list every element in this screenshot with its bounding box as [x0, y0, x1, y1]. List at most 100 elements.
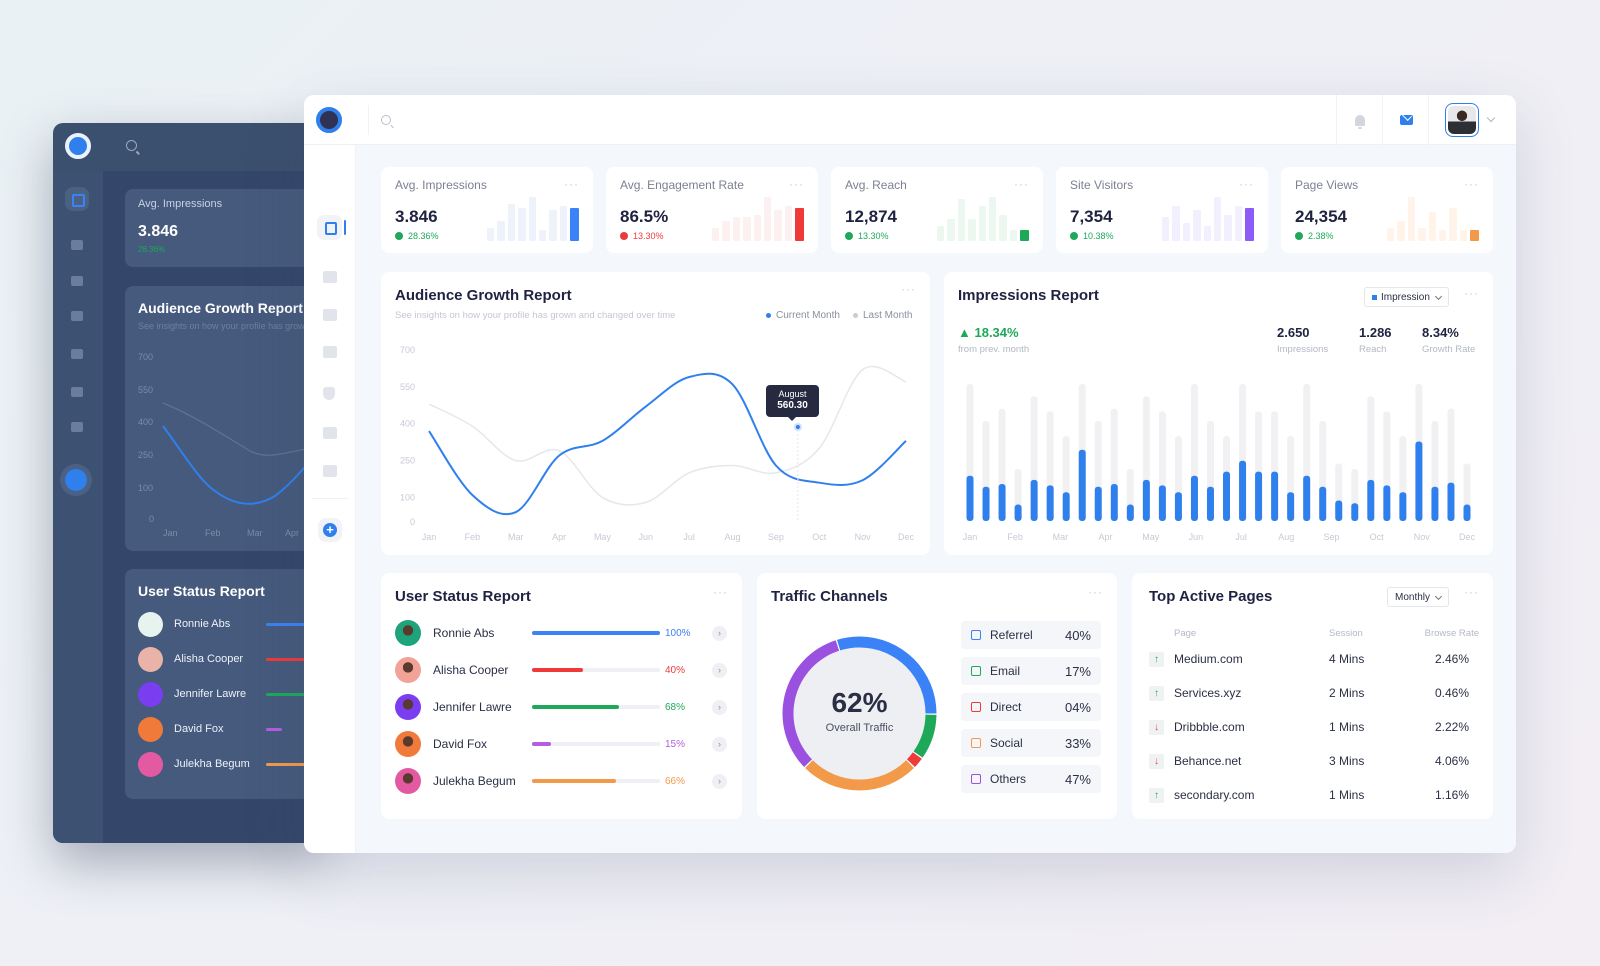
more-options-button[interactable]: ··· — [564, 177, 579, 191]
spark-bar — [518, 208, 526, 241]
more-options-button[interactable]: ··· — [713, 585, 728, 599]
channel-name: Email — [990, 664, 1021, 678]
more-options-button[interactable]: ··· — [1464, 177, 1479, 191]
bar-impression[interactable] — [1319, 486, 1327, 521]
avatar — [138, 646, 163, 672]
channel-value: 17% — [1064, 663, 1091, 679]
bar-impression[interactable] — [1223, 471, 1231, 521]
chevron-right-icon[interactable]: › — [712, 699, 727, 715]
progress-track — [532, 668, 660, 672]
chevron-right-icon[interactable]: › — [712, 662, 727, 678]
bar-impression[interactable] — [1239, 460, 1247, 521]
sidebar-item-chart[interactable] — [323, 346, 337, 358]
sidebar-item-grid[interactable] — [323, 427, 337, 439]
x-tick-label: Jan — [422, 532, 437, 542]
bar-impression[interactable] — [1142, 479, 1150, 521]
sidebar-item-dashboard[interactable] — [317, 215, 342, 240]
chevron-right-icon[interactable]: › — [712, 773, 727, 789]
bar-impression[interactable] — [1046, 485, 1054, 521]
table-row[interactable]: ↓ Dribbble.com 1 Mins 2.22% — [1149, 718, 1479, 736]
more-options-button[interactable]: ··· — [1239, 177, 1254, 191]
sidebar-item-list[interactable] — [323, 465, 337, 477]
bar-impression[interactable] — [1030, 479, 1038, 521]
bar-impression[interactable] — [1110, 484, 1118, 521]
bar-impression[interactable] — [1287, 492, 1295, 521]
x-tick-label: Apr — [1099, 532, 1113, 542]
spark-bar-current — [1245, 208, 1254, 241]
bar-impression[interactable] — [1399, 492, 1407, 521]
bar-impression[interactable] — [998, 484, 1006, 521]
bar-impression[interactable] — [1206, 486, 1214, 521]
bar-impression[interactable] — [1062, 492, 1070, 521]
avatar — [395, 768, 421, 794]
stat-label: Avg. Engagement Rate — [620, 178, 744, 192]
bar-impression[interactable] — [1351, 503, 1359, 521]
bar-impression[interactable] — [1255, 471, 1263, 521]
notifications-button[interactable] — [1336, 95, 1383, 145]
bar-impression[interactable] — [1383, 485, 1391, 521]
x-tick-label: Mar — [508, 532, 524, 542]
spark-bar — [1193, 210, 1201, 241]
table-row[interactable]: ↑ secondary.com 1 Mins 1.16% — [1149, 786, 1479, 804]
period-dropdown[interactable]: Monthly — [1387, 587, 1450, 607]
spark-bar — [1172, 205, 1180, 241]
spark-bar — [968, 219, 976, 241]
bar-impression[interactable] — [1190, 475, 1198, 521]
hover-point[interactable] — [793, 423, 802, 431]
bar-impression[interactable] — [1014, 504, 1022, 521]
search-box[interactable] — [368, 105, 999, 135]
spark-bar — [1162, 216, 1170, 241]
bar-impression[interactable] — [1094, 486, 1102, 521]
bar-impression[interactable] — [1367, 479, 1375, 521]
bar-impression[interactable] — [1335, 500, 1343, 521]
bar-impression[interactable] — [1303, 475, 1311, 521]
more-options-button[interactable]: ··· — [789, 177, 804, 191]
more-options-button[interactable]: ··· — [1088, 585, 1103, 599]
chevron-right-icon[interactable]: › — [712, 736, 727, 752]
avatar — [138, 681, 163, 707]
table-row[interactable]: ↑ Medium.com 4 Mins 2.46% — [1149, 650, 1479, 668]
bar-impression[interactable] — [1447, 482, 1455, 521]
add-button[interactable] — [318, 518, 342, 542]
bar-impression[interactable] — [1174, 492, 1182, 521]
sidebar-item-folder-open[interactable] — [323, 309, 337, 321]
page-name: Services.xyz — [1174, 686, 1242, 700]
bar-impression[interactable] — [1431, 486, 1439, 521]
session-value: 2 Mins — [1329, 686, 1365, 700]
browse-rate-value: 0.46% — [1434, 686, 1469, 700]
bar-impression[interactable] — [1463, 504, 1471, 521]
more-options-button[interactable]: ··· — [1014, 177, 1029, 191]
table-row[interactable]: ↓ Behance.net 3 Mins 4.06% — [1149, 752, 1479, 770]
table-row[interactable]: ↑ Services.xyz 2 Mins 0.46% — [1149, 684, 1479, 702]
sidebar-item-shield[interactable] — [323, 387, 335, 400]
progress-fill — [532, 779, 617, 783]
bar-impression[interactable] — [1078, 449, 1086, 521]
plus-circle-icon — [65, 469, 87, 491]
user-name: Julekha Begum — [174, 758, 250, 770]
audience-line-chart: 0 100 250 400 550 700 Jan Feb Mar Apr May Jun Jul Aug… — [400, 345, 915, 542]
more-options-button[interactable]: ··· — [1464, 585, 1479, 599]
bar-impression[interactable] — [982, 486, 990, 521]
bar-impression[interactable] — [966, 475, 974, 521]
app-logo-icon[interactable] — [316, 107, 342, 133]
bar-impression[interactable] — [1415, 441, 1423, 521]
dark-main: Avg. Impressions 3.846 28.36% Audience G… — [103, 171, 323, 843]
bar-impression[interactable] — [1158, 485, 1166, 521]
progress-track — [532, 705, 660, 709]
bar-impression[interactable] — [1271, 471, 1279, 521]
x-tick-label: Apr — [552, 532, 566, 542]
dashboard-window: Avg. Impressions ··· 3.846 28.36% Avg. E… — [304, 95, 1516, 853]
user-avatar[interactable] — [1445, 103, 1479, 137]
spark-bar — [763, 197, 772, 241]
session-value: 4 Mins — [1329, 652, 1365, 666]
messages-button[interactable] — [1382, 95, 1429, 145]
spark-bar — [712, 227, 720, 241]
sidebar-item-folder[interactable] — [323, 271, 337, 283]
channel-value: 47% — [1064, 771, 1091, 787]
search-input[interactable] — [399, 105, 999, 135]
card-title: Traffic Channels — [771, 588, 888, 605]
avatar — [138, 751, 163, 777]
bar-impression[interactable] — [1126, 504, 1134, 521]
chevron-right-icon[interactable]: › — [712, 625, 727, 641]
progress-track — [532, 631, 660, 635]
